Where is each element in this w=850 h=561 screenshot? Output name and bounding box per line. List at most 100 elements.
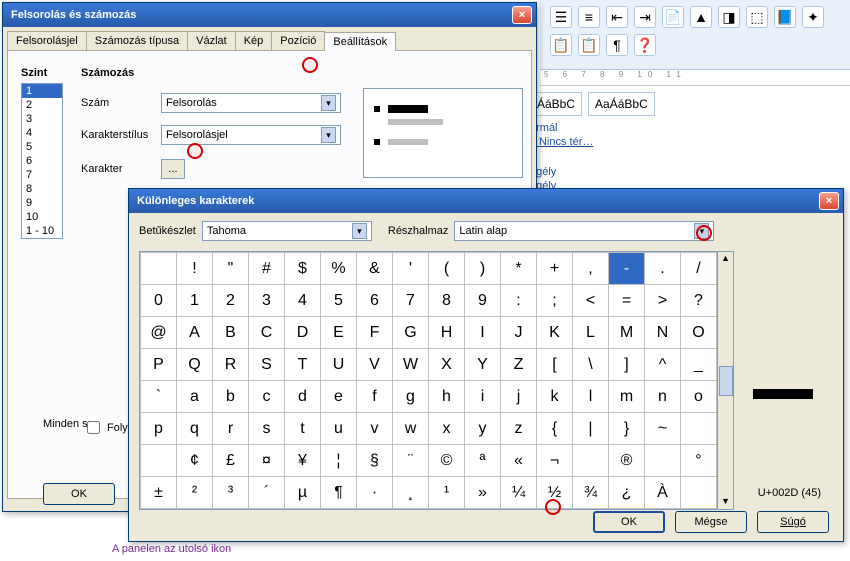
char-cell[interactable]: >: [645, 285, 681, 317]
char-cell[interactable]: °: [681, 445, 717, 477]
char-cell[interactable]: ¸: [393, 477, 429, 509]
char-cell[interactable]: |: [573, 413, 609, 445]
char-cell[interactable]: ~: [645, 413, 681, 445]
char-cell[interactable]: Z: [501, 349, 537, 381]
char-cell[interactable]: V: [357, 349, 393, 381]
char-cell[interactable]: 3: [249, 285, 285, 317]
char-cell[interactable]: ¼: [501, 477, 537, 509]
char-cell[interactable]: i: [465, 381, 501, 413]
char-cell[interactable]: ¥: [285, 445, 321, 477]
char-cell[interactable]: 6: [357, 285, 393, 317]
char-cell[interactable]: [681, 413, 717, 445]
level-item[interactable]: 2: [22, 98, 62, 112]
char-cell[interactable]: ': [393, 253, 429, 285]
char-cell[interactable]: ?: [681, 285, 717, 317]
char-cell[interactable]: 8: [429, 285, 465, 317]
char-cell[interactable]: ®: [609, 445, 645, 477]
char-cell[interactable]: r: [213, 413, 249, 445]
char-cell[interactable]: *: [501, 253, 537, 285]
toolbar-icon[interactable]: ◨: [718, 6, 740, 28]
chevron-down-icon[interactable]: ▾: [352, 223, 367, 239]
scrollbar[interactable]: ▲ ▼: [718, 251, 734, 510]
toolbar-icon[interactable]: ▲: [690, 6, 712, 28]
char-cell[interactable]: M: [609, 317, 645, 349]
char-cell[interactable]: ·: [357, 477, 393, 509]
char-cell[interactable]: G: [393, 317, 429, 349]
toolbar-icon[interactable]: ≡: [578, 6, 600, 28]
char-cell[interactable]: ²: [177, 477, 213, 509]
tab-számozás típusa[interactable]: Számozás típusa: [86, 31, 188, 50]
char-cell[interactable]: h: [429, 381, 465, 413]
char-cell[interactable]: y: [465, 413, 501, 445]
char-cell[interactable]: 2: [213, 285, 249, 317]
char-cell[interactable]: L: [573, 317, 609, 349]
level-item[interactable]: 6: [22, 154, 62, 168]
char-cell[interactable]: `: [141, 381, 177, 413]
char-cell[interactable]: ±: [141, 477, 177, 509]
char-cell[interactable]: &: [357, 253, 393, 285]
char-cell[interactable]: ): [465, 253, 501, 285]
char-cell[interactable]: !: [177, 253, 213, 285]
level-item[interactable]: 1: [22, 84, 62, 98]
char-cell[interactable]: -: [609, 253, 645, 285]
char-cell[interactable]: <: [573, 285, 609, 317]
tab-kép[interactable]: Kép: [235, 31, 273, 50]
char-cell[interactable]: 0: [141, 285, 177, 317]
char-cell[interactable]: u: [321, 413, 357, 445]
char-cell[interactable]: ¹: [429, 477, 465, 509]
ok-button[interactable]: OK: [593, 511, 665, 533]
char-cell[interactable]: W: [393, 349, 429, 381]
toolbar-icon[interactable]: ❓: [634, 34, 656, 56]
scroll-down-icon[interactable]: ▼: [721, 495, 730, 509]
char-cell[interactable]: s: [249, 413, 285, 445]
char-cell[interactable]: S: [249, 349, 285, 381]
char-cell[interactable]: ½: [537, 477, 573, 509]
level-item[interactable]: 9: [22, 196, 62, 210]
char-cell[interactable]: :: [501, 285, 537, 317]
char-cell[interactable]: ,: [573, 253, 609, 285]
char-cell[interactable]: D: [285, 317, 321, 349]
char-cell[interactable]: /: [681, 253, 717, 285]
char-cell[interactable]: [645, 445, 681, 477]
char-cell[interactable]: 5: [321, 285, 357, 317]
toolbar-icon[interactable]: ☰: [550, 6, 572, 28]
char-cell[interactable]: £: [213, 445, 249, 477]
char-cell[interactable]: v: [357, 413, 393, 445]
level-item[interactable]: 8: [22, 182, 62, 196]
toolbar-icon[interactable]: ¶: [606, 34, 628, 56]
tab-pozíció[interactable]: Pozíció: [271, 31, 325, 50]
char-cell[interactable]: c: [249, 381, 285, 413]
char-cell[interactable]: [141, 253, 177, 285]
char-cell[interactable]: 1: [177, 285, 213, 317]
cancel-button[interactable]: Mégse: [675, 511, 747, 533]
char-cell[interactable]: K: [537, 317, 573, 349]
char-cell[interactable]: #: [249, 253, 285, 285]
character-grid[interactable]: !"#$%&'()*+,-./0123456789:;<=>?@ABCDEFGH…: [139, 251, 718, 510]
char-cell[interactable]: §: [357, 445, 393, 477]
char-cell[interactable]: e: [321, 381, 357, 413]
char-cell[interactable]: ´: [249, 477, 285, 509]
char-cell[interactable]: ¦: [321, 445, 357, 477]
charstyle-select[interactable]: Felsorolásjel ▾: [161, 125, 341, 145]
char-cell[interactable]: T: [285, 349, 321, 381]
char-cell[interactable]: ]: [609, 349, 645, 381]
char-cell[interactable]: z: [501, 413, 537, 445]
char-cell[interactable]: a: [177, 381, 213, 413]
char-cell[interactable]: ¨: [393, 445, 429, 477]
char-cell[interactable]: «: [501, 445, 537, 477]
style-sample-1[interactable]: ÁáBbC: [530, 92, 582, 116]
char-cell[interactable]: [: [537, 349, 573, 381]
char-cell[interactable]: x: [429, 413, 465, 445]
style-sample-2[interactable]: AaÁáBbC: [588, 92, 655, 116]
toolbar-icon[interactable]: 📋: [550, 34, 572, 56]
scroll-thumb[interactable]: [719, 366, 733, 396]
chevron-down-icon[interactable]: ▾: [694, 223, 709, 239]
help-button[interactable]: Súgó: [757, 511, 829, 533]
char-cell[interactable]: m: [609, 381, 645, 413]
char-cell[interactable]: }: [609, 413, 645, 445]
char-cell[interactable]: F: [357, 317, 393, 349]
toolbar-icon[interactable]: 📘: [774, 6, 796, 28]
toolbar-icon[interactable]: ⬚: [746, 6, 768, 28]
char-cell[interactable]: À: [645, 477, 681, 509]
char-cell[interactable]: ;: [537, 285, 573, 317]
